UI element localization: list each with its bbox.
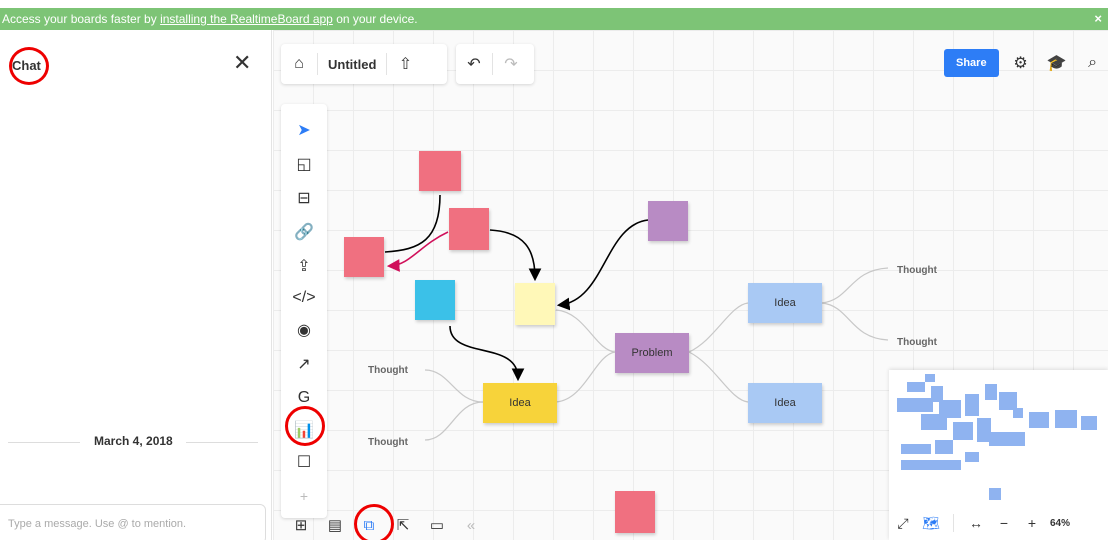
chat-date: March 4, 2018 xyxy=(94,434,173,448)
settings-icon[interactable]: ⚙ xyxy=(1007,53,1035,73)
sticky-note-pink-4[interactable] xyxy=(615,491,655,533)
collapse-icon[interactable]: « xyxy=(454,517,488,534)
chat-title: Chat xyxy=(12,58,41,73)
right-toolbar: Share ⚙ 🎓 ⌕ xyxy=(944,48,1107,78)
minimap[interactable]: ⤢ 🗺 ↔ − + 64% xyxy=(889,370,1108,540)
zoom-out-icon[interactable]: − xyxy=(990,515,1018,531)
chat-panel: Chat ✕ March 4, 2018 xyxy=(0,30,272,540)
sticky-note-tool[interactable]: ◱ xyxy=(289,149,319,179)
board-list-icon[interactable]: ⊞ xyxy=(284,516,318,534)
install-app-banner: Access your boards faster by installing … xyxy=(0,8,1108,30)
board-topbar: ⌂ Untitled ⇧ xyxy=(281,44,447,84)
minimap-preview xyxy=(897,374,1097,500)
minimap-separator xyxy=(953,514,954,532)
idea-node-3[interactable]: Idea xyxy=(483,383,557,423)
learning-icon[interactable]: 🎓 xyxy=(1043,53,1071,73)
sticky-note-pink-2[interactable] xyxy=(449,208,489,250)
creation-toolbar: ➤ ◱ ⊟ 🔗 ⇪ </> ◉ ↗ G 📊 ☐ + xyxy=(281,104,327,518)
frame-tool[interactable]: ☐ xyxy=(289,447,319,477)
view-tool[interactable]: ◉ xyxy=(289,315,319,345)
thought-label[interactable]: Thought xyxy=(897,337,937,348)
date-divider-left xyxy=(8,442,80,443)
minimap-controls: ⤢ 🗺 ↔ − + 64% xyxy=(889,506,1108,540)
date-separator: March 4, 2018 xyxy=(8,434,258,450)
idea-node-2[interactable]: Idea xyxy=(748,383,822,423)
upload-tool[interactable]: ⇪ xyxy=(289,251,319,281)
date-divider-right xyxy=(186,442,258,443)
embed-tool[interactable]: </> xyxy=(289,283,319,313)
select-tool[interactable]: ➤ xyxy=(289,115,319,145)
zoom-in-icon[interactable]: + xyxy=(1018,515,1046,531)
board-title[interactable]: Untitled xyxy=(318,57,386,72)
sticky-note-pink-3[interactable] xyxy=(344,237,384,277)
chat-message-input[interactable] xyxy=(0,504,266,540)
bottom-toolbar: ⊞ ▤ ⧉ ⇱ ▭ « xyxy=(284,510,488,540)
link-tool[interactable]: 🔗 xyxy=(289,217,319,247)
home-icon[interactable]: ⌂ xyxy=(281,55,317,73)
banner-text-after: on your device. xyxy=(332,12,418,26)
share-button[interactable]: Share xyxy=(944,49,999,77)
zoom-level[interactable]: 64% xyxy=(1050,518,1070,529)
fit-width-icon[interactable]: ↔ xyxy=(962,515,990,531)
search-icon[interactable]: ⌕ xyxy=(1079,54,1107,72)
undo-icon[interactable]: ↶ xyxy=(456,54,492,74)
thought-label[interactable]: Thought xyxy=(368,365,408,376)
video-call-icon[interactable]: ▭ xyxy=(420,516,454,534)
add-tool[interactable]: + xyxy=(289,481,319,511)
banner-close-button[interactable]: × xyxy=(1094,8,1102,30)
map-toggle-icon[interactable]: 🗺 xyxy=(917,515,945,532)
chat-toggle-icon[interactable]: ⧉ xyxy=(352,517,386,534)
sticky-note-yellow-1[interactable] xyxy=(515,283,555,325)
templates-tool[interactable]: ⊟ xyxy=(289,183,319,213)
chat-close-button[interactable]: ✕ xyxy=(233,50,251,76)
sticky-note-pink-1[interactable] xyxy=(419,151,461,191)
redo-icon[interactable]: ↷ xyxy=(493,54,529,74)
banner-text-before: Access your boards faster by xyxy=(2,12,161,26)
thought-label[interactable]: Thought xyxy=(368,437,408,448)
arrow-tool[interactable]: ↗ xyxy=(289,349,319,379)
export-icon[interactable]: ⇧ xyxy=(387,54,423,74)
history-bar: ↶ ↷ xyxy=(456,44,534,84)
comments-icon[interactable]: ▤ xyxy=(318,516,352,534)
google-drive-tool[interactable]: G xyxy=(289,383,319,413)
problem-node[interactable]: Problem xyxy=(615,333,689,373)
sticky-note-purple-1[interactable] xyxy=(648,201,688,241)
install-app-link[interactable]: installing the RealtimeBoard app xyxy=(160,12,333,26)
chart-tool[interactable]: 📊 xyxy=(289,415,319,445)
share-screen-icon[interactable]: ⇱ xyxy=(386,516,420,534)
thought-label[interactable]: Thought xyxy=(897,265,937,276)
idea-node-1[interactable]: Idea xyxy=(748,283,822,323)
sticky-note-cyan-1[interactable] xyxy=(415,280,455,320)
fit-screen-icon[interactable]: ⤢ xyxy=(889,515,917,532)
